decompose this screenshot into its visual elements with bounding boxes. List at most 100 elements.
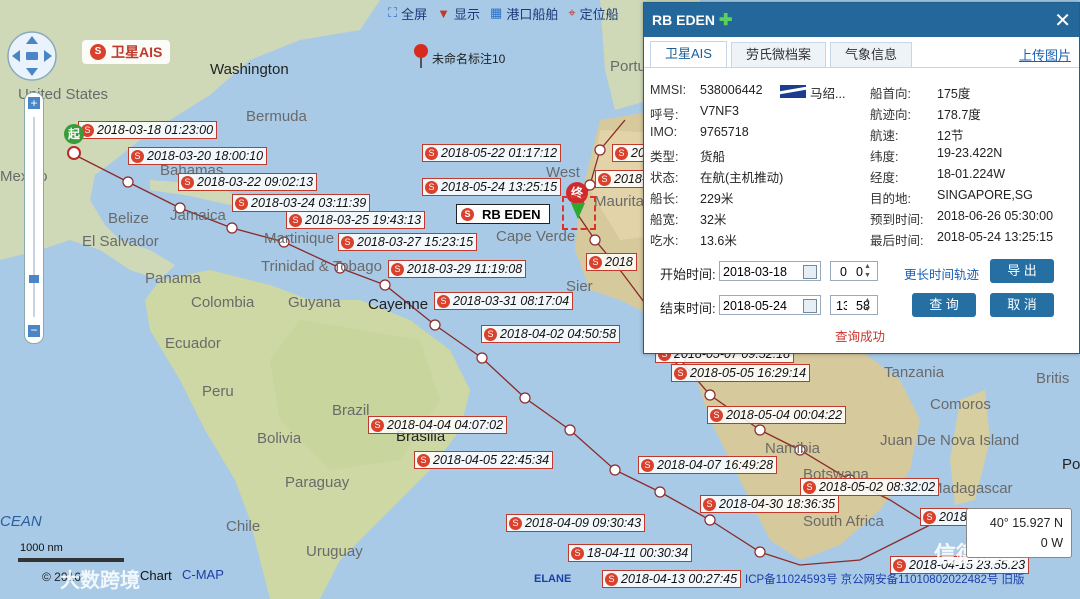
- start-time-label: 开始时间:: [660, 267, 716, 282]
- cmap-credit[interactable]: C-MAP: [182, 567, 224, 582]
- zoom-handle[interactable]: [29, 275, 39, 283]
- pin-stem: [420, 58, 422, 68]
- imo-value: 9765718: [700, 125, 749, 139]
- track-label[interactable]: S 2018-05-02 08:32:02: [800, 478, 940, 496]
- grid-icon: ▦: [490, 5, 503, 20]
- track-label[interactable]: S 2018-04-04 04:07:02: [368, 416, 508, 434]
- speed-value: 12节: [937, 129, 964, 143]
- track-label[interactable]: S 2018: [586, 253, 637, 271]
- track-label[interactable]: S 2018-04-13 00:27:45: [602, 570, 742, 588]
- start-marker-icon[interactable]: 起: [64, 124, 84, 144]
- s-icon: S: [181, 175, 194, 189]
- panel-tabs: 卫星AIS 劳氏微档案 气象信息 上传图片: [644, 37, 1079, 68]
- label-cayenne: Cayenne: [368, 296, 429, 313]
- port-ships-button[interactable]: ▦ 港口船舶: [490, 4, 558, 23]
- start-point-icon: [67, 146, 81, 160]
- start-minute-input[interactable]: 0 ▲ ▼: [847, 261, 878, 281]
- red-pin-icon[interactable]: [414, 44, 428, 58]
- scale-bar: [18, 558, 124, 562]
- latitude-value: 19-23.422N: [937, 146, 1003, 160]
- track-label[interactable]: S 2018-04-30 18:36:35: [700, 495, 840, 513]
- zoom-slider[interactable]: + −: [24, 92, 44, 344]
- label-unnamed-marker[interactable]: 未命名标注10: [432, 50, 505, 67]
- longer-track-link[interactable]: 更长时间轨迹: [904, 264, 979, 283]
- cancel-button[interactable]: 取 消: [990, 293, 1054, 317]
- pan-control[interactable]: [6, 30, 58, 82]
- label-jamaica: Jamaica: [170, 207, 226, 224]
- stepper-icon[interactable]: ▲▼: [864, 262, 874, 280]
- track-label[interactable]: S 2018-03-22 09:02:13: [178, 173, 318, 191]
- track-label[interactable]: S 2018-03-20 18:00:10: [128, 147, 268, 165]
- close-icon[interactable]: ✕: [1054, 8, 1071, 33]
- calendar-icon[interactable]: [803, 265, 817, 279]
- s-icon: S: [674, 366, 687, 380]
- field-label: 吃水:: [650, 234, 679, 248]
- label-peru: Peru: [202, 383, 234, 400]
- track-label[interactable]: S 2018-03-25 19:43:13: [286, 211, 426, 229]
- track-label[interactable]: S 2018-05-05 16:29:14: [671, 364, 811, 382]
- fullscreen-icon: ⛶: [388, 5, 398, 20]
- label-colombia: Colombia: [191, 294, 255, 311]
- field-label: 类型:: [650, 150, 679, 164]
- end-minute-input[interactable]: 58 ▲ ▼: [847, 295, 878, 315]
- s-icon: S: [371, 418, 384, 432]
- field-label: 纬度:: [870, 150, 899, 164]
- eta-value: 2018-06-26 05:30:00: [937, 209, 1054, 223]
- upload-photo-link[interactable]: 上传图片: [1019, 45, 1071, 64]
- s-icon: S: [589, 255, 602, 269]
- track-label[interactable]: S 2018-04-05 22:45:34: [414, 451, 554, 469]
- display-button[interactable]: ▼ 显示: [437, 4, 480, 23]
- ship-icon[interactable]: [571, 203, 585, 219]
- field-label: 最后时间:: [870, 234, 924, 248]
- s-icon: S: [703, 497, 716, 511]
- track-label[interactable]: S 2018-05-24 13:25:15: [422, 178, 562, 196]
- longitude-value: 18-01.224W: [937, 167, 1006, 181]
- track-label[interactable]: S 2018-03-24 03:11:39: [232, 194, 371, 212]
- track-label[interactable]: S 2018-05-22 01:17:12: [422, 144, 562, 162]
- track-label[interactable]: S 18-04-11 00:30:34: [568, 544, 693, 562]
- label-el-salvador: El Salvador: [82, 233, 159, 250]
- label-namibia: Namibia: [765, 440, 821, 457]
- tab-lloyds[interactable]: 劳氏微档案: [730, 42, 826, 67]
- funnel-icon: ▼: [437, 5, 450, 21]
- label-martinique: Martinique: [264, 230, 335, 247]
- query-button[interactable]: 查 询: [912, 293, 976, 317]
- track-label[interactable]: S 2018-05-04 00:04:22: [707, 406, 847, 424]
- s-icon: S: [598, 172, 611, 186]
- start-date-input[interactable]: 2018-03-18: [719, 261, 821, 281]
- ship-name-tag[interactable]: S RB EDEN: [456, 204, 550, 224]
- track-label[interactable]: S 2018-04-02 04:50:58: [481, 325, 621, 343]
- track-label[interactable]: S 2018-04-09 09:30:43: [506, 514, 646, 532]
- field-label: 经度:: [870, 171, 899, 185]
- field-label: 状态:: [650, 171, 679, 185]
- track-label[interactable]: S 2018-03-27 15:23:15: [338, 233, 478, 251]
- flag-country: 马绍...: [810, 87, 846, 101]
- end-date-input[interactable]: 2018-05-24: [719, 295, 821, 315]
- stepper-icon[interactable]: ▲▼: [864, 296, 874, 314]
- export-button[interactable]: 导 出: [990, 259, 1054, 283]
- elane-logo: ELANE: [534, 573, 572, 585]
- locate-icon: ⌖: [568, 5, 576, 20]
- track-label[interactable]: S 2018-03-29 11:19:08: [388, 260, 527, 278]
- zoom-in-icon[interactable]: +: [28, 97, 40, 109]
- s-icon: S: [803, 480, 816, 494]
- zoom-out-icon[interactable]: −: [28, 324, 40, 337]
- s-icon: S: [710, 408, 723, 422]
- label-south-africa: South Africa: [803, 513, 884, 530]
- tab-satellite-ais[interactable]: 卫星AIS: [650, 41, 727, 67]
- track-label[interactable]: S 2018-03-18 01:23:00: [78, 121, 218, 139]
- map-toolbar: ⛶ 全屏 ▼ 显示 ▦ 港口船舶 ⌖ 定位船: [388, 2, 619, 24]
- track-label[interactable]: S 2018-04-07 16:49:28: [638, 456, 778, 474]
- label-bermuda: Bermuda: [246, 108, 307, 125]
- label-belize: Belize: [108, 210, 149, 227]
- fullscreen-button[interactable]: ⛶ 全屏: [388, 4, 427, 23]
- draught-value: 13.6米: [700, 234, 737, 248]
- plus-icon[interactable]: ✚: [719, 10, 732, 30]
- calendar-icon[interactable]: [803, 299, 817, 313]
- locate-ship-button[interactable]: ⌖ 定位船: [568, 4, 618, 23]
- label-washington: Washington: [210, 61, 289, 78]
- s-icon: S: [641, 458, 654, 472]
- track-label[interactable]: S 2018-03-31 08:17:04: [434, 292, 574, 310]
- tab-weather[interactable]: 气象信息: [829, 42, 912, 67]
- icp-text[interactable]: ICP备11024593号 京公网安备11010802022482号 旧版: [745, 571, 1025, 587]
